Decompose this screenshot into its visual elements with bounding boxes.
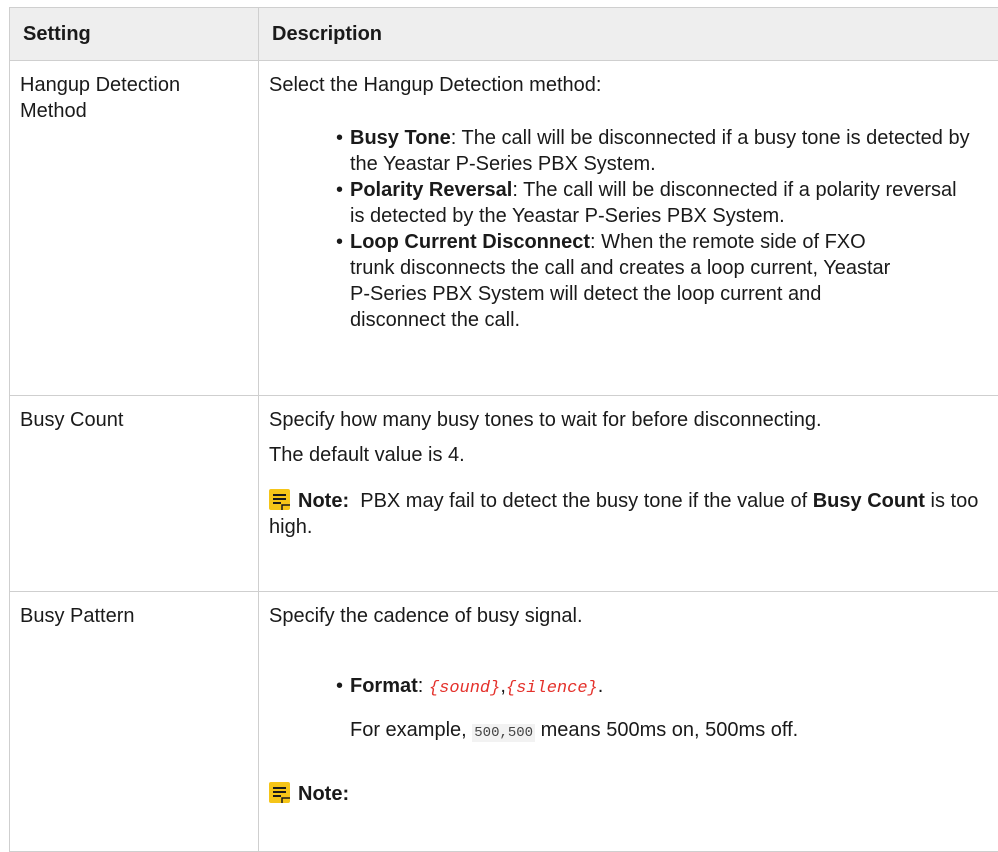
setting-busy-count: Busy Count (10, 396, 259, 592)
settings-table: Setting Description Hangup Detection Met… (9, 7, 998, 852)
note-label: Note: (298, 783, 349, 805)
header-description: Description (259, 8, 998, 61)
example-line: For example, 500,500 means 500ms on, 500… (350, 717, 994, 746)
note-label: Note: (298, 490, 349, 512)
setting-busy-pattern: Busy Pattern (10, 592, 259, 852)
description-cell: Specify how many busy tones to wait for … (259, 396, 998, 592)
table-row: Busy Count Specify how many busy tones t… (10, 396, 998, 592)
code-sample: 500,500 (472, 724, 535, 742)
list-item: •Busy Tone: The call will be disconnecte… (336, 125, 976, 177)
note-block: Note: (269, 781, 994, 807)
method-list: •Busy Tone: The call will be disconnecte… (336, 125, 976, 333)
table-row: Busy Pattern Specify the cadence of busy… (10, 592, 998, 852)
description-intro: Select the Hangup Detection method: (269, 72, 994, 98)
header-setting: Setting (10, 8, 259, 61)
list-item: •Format: {sound},{silence}. (336, 673, 994, 702)
description-line: Specify how many busy tones to wait for … (269, 407, 994, 433)
setting-hangup-detection-method: Hangup Detection Method (10, 61, 259, 396)
list-item: •Loop Current Disconnect: When the remot… (336, 229, 976, 333)
description-line: The default value is 4. (269, 442, 994, 468)
table-header-row: Setting Description (10, 8, 998, 61)
description-cell: Select the Hangup Detection method: •Bus… (259, 61, 998, 396)
format-list: •Format: {sound},{silence}. (336, 673, 994, 702)
note-icon (269, 782, 290, 803)
list-item: •Polarity Reversal: The call will be dis… (336, 177, 976, 229)
table-row: Hangup Detection Method Select the Hangu… (10, 61, 998, 396)
note-block: Note: PBX may fail to detect the busy to… (269, 488, 994, 540)
description-cell: Specify the cadence of busy signal. •For… (259, 592, 998, 852)
description-intro: Specify the cadence of busy signal. (269, 603, 994, 629)
note-icon (269, 489, 290, 510)
